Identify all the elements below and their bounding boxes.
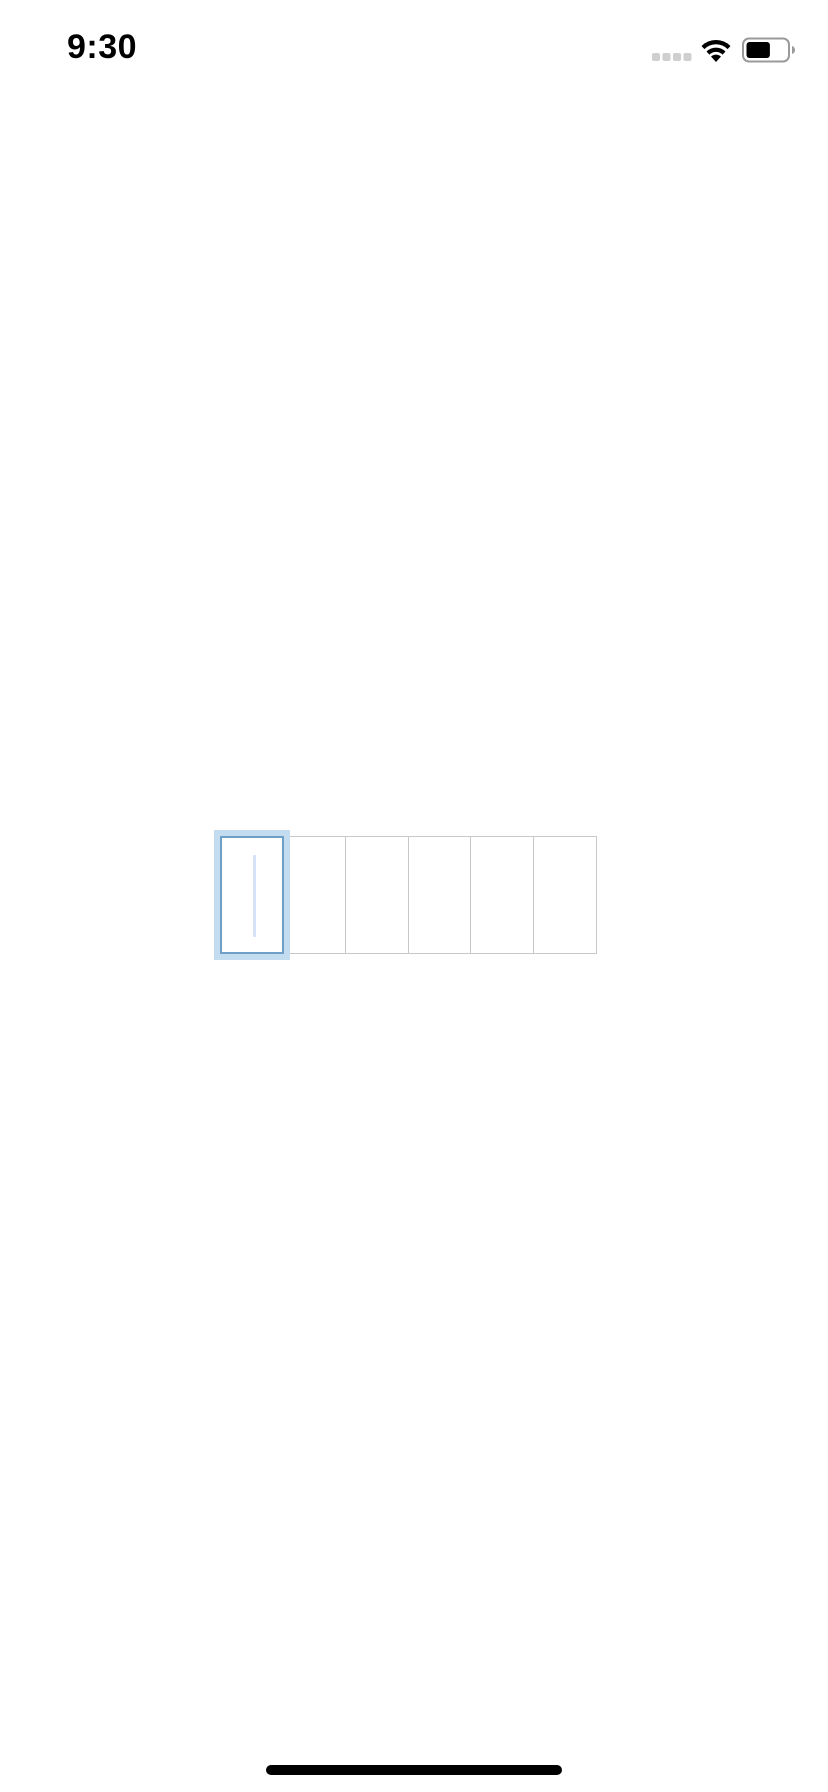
screen: 9:30	[0, 0, 828, 1792]
home-indicator[interactable]	[266, 1765, 562, 1775]
code-cell-5[interactable]	[470, 836, 534, 954]
code-cell-1[interactable]	[220, 836, 284, 954]
text-caret	[253, 855, 256, 937]
code-cell-4[interactable]	[407, 836, 472, 954]
cellular-signal-icon	[652, 53, 692, 61]
status-bar: 9:30	[0, 0, 828, 100]
status-time: 9:30	[67, 28, 138, 66]
wifi-icon	[701, 39, 731, 62]
code-cell-6[interactable]	[532, 836, 597, 954]
code-cell-2[interactable]	[282, 836, 347, 954]
code-cell-3[interactable]	[345, 836, 409, 954]
battery-icon	[742, 37, 795, 63]
verification-code-input[interactable]	[220, 836, 608, 954]
